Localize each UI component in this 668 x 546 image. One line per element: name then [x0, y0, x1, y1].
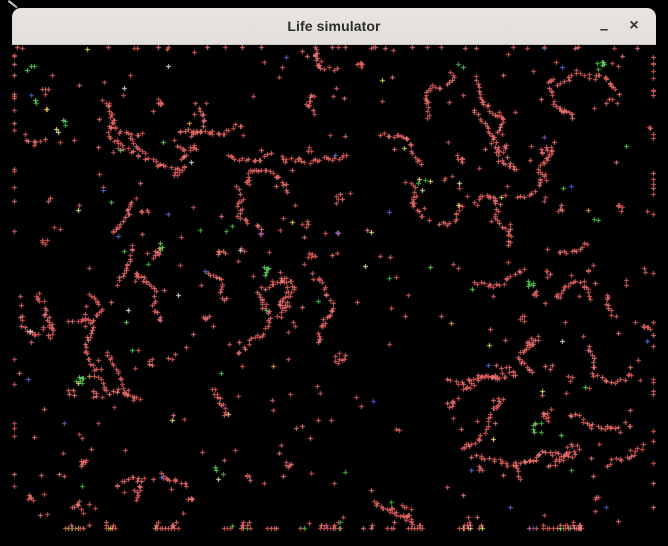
- close-icon: ×: [629, 17, 639, 34]
- minimize-button[interactable]: –: [592, 14, 616, 38]
- minimize-icon: –: [599, 21, 609, 38]
- close-button[interactable]: ×: [622, 14, 646, 38]
- titlebar[interactable]: Life simulator – ×: [12, 8, 656, 45]
- desktop-background: Life simulator – ×: [0, 0, 668, 546]
- simulation-canvas[interactable]: [12, 45, 656, 532]
- window-controls: – ×: [592, 8, 646, 44]
- app-window: Life simulator – ×: [12, 8, 656, 532]
- window-title: Life simulator: [287, 18, 381, 34]
